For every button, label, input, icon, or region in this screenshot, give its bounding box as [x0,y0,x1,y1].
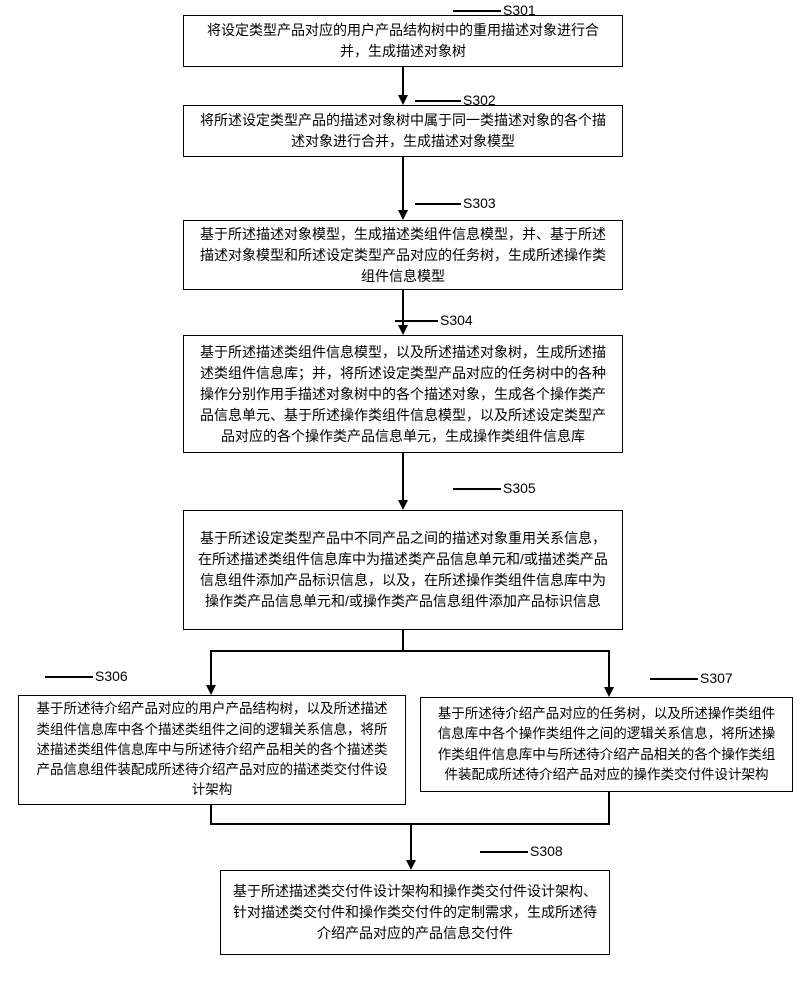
step-box-s308: 基于所述描述类交付件设计架构和操作类交付件设计架构、针对描述类交付件和操作类交付… [220,870,610,955]
label-connector [480,851,528,853]
step-text: 基于所述设定类型产品中不同产品之间的描述对象重用关系信息，在所述描述类组件信息库… [196,528,610,612]
step-label-s306: S306 [95,668,128,684]
arrow-connector [402,67,404,95]
step-label-s304: S304 [440,312,473,328]
step-number: S308 [530,843,563,859]
arrow-connector [402,157,404,210]
arrow-connector [210,805,212,825]
arrow-connector [608,650,610,687]
step-text: 将所述设定类型产品的描述对象树中属于同一类描述对象的各个描述对象进行合并，生成描… [196,110,610,152]
step-text: 基于所述描述类交付件设计架构和操作类交付件设计架构、针对描述类交付件和操作类交付… [233,881,597,944]
arrow-head-icon [398,95,408,105]
step-label-s303: S303 [463,195,496,211]
label-connector [45,676,93,678]
arrow-connector [608,792,610,825]
step-box-s307: 基于所述待介绍产品对应的任务树，以及所述操作类组件信息库中各个操作类组件之间的逻… [420,697,793,792]
label-connector [650,678,698,680]
step-number: S304 [440,312,473,328]
step-box-s306: 基于所述待介绍产品对应的用户产品结构树，以及所述描述类组件信息库中各个描述类组件… [18,695,406,805]
step-number: S307 [700,670,733,686]
step-box-s305: 基于所述设定类型产品中不同产品之间的描述对象重用关系信息，在所述描述类组件信息库… [183,510,623,630]
arrow-head-icon [406,860,416,870]
arrow-head-icon [398,500,408,510]
step-box-s304: 基于所述描述类组件信息模型，以及所述描述对象树，生成所述描述类组件信息库；并，将… [183,335,623,453]
step-box-s301: 将设定类型产品对应的用户产品结构树中的重用描述对象进行合并，生成描述对象树 [183,15,623,67]
arrow-head-icon [398,325,408,335]
step-label-s307: S307 [700,670,733,686]
step-text: 将设定类型产品对应的用户产品结构树中的重用描述对象进行合并，生成描述对象树 [196,20,610,62]
step-text: 基于所述描述类组件信息模型，以及所述描述对象树，生成所述描述类组件信息库；并，将… [196,342,610,447]
arrow-connector [210,650,610,652]
step-label-s305: S305 [503,480,536,496]
arrow-connector [410,823,412,860]
arrow-connector [402,453,404,500]
arrow-connector [210,650,212,685]
step-text: 基于所述待介绍产品对应的任务树，以及所述操作类组件信息库中各个操作类组件之间的逻… [433,704,780,785]
arrow-head-icon [604,687,614,697]
arrow-connector [402,630,404,652]
step-box-s303: 基于所述描述对象模型，生成描述类组件信息模型，并、基于所述描述对象模型和所述设定… [183,220,623,290]
flowchart-diagram: S301 将设定类型产品对应的用户产品结构树中的重用描述对象进行合并，生成描述对… [0,0,806,1000]
label-connector [415,100,461,102]
label-connector [453,488,501,490]
step-label-s308: S308 [530,843,563,859]
label-connector [395,320,438,322]
label-connector [415,203,461,205]
step-box-s302: 将所述设定类型产品的描述对象树中属于同一类描述对象的各个描述对象进行合并，生成描… [183,105,623,157]
step-number: S303 [463,195,496,211]
arrow-head-icon [398,210,408,220]
step-text: 基于所述描述对象模型，生成描述类组件信息模型，并、基于所述描述对象模型和所述设定… [196,224,610,287]
label-connector [453,10,501,12]
arrow-head-icon [206,685,216,695]
step-number: S305 [503,480,536,496]
step-text: 基于所述待介绍产品对应的用户产品结构树，以及所述描述类组件信息库中各个描述类组件… [31,699,393,800]
step-number: S306 [95,668,128,684]
